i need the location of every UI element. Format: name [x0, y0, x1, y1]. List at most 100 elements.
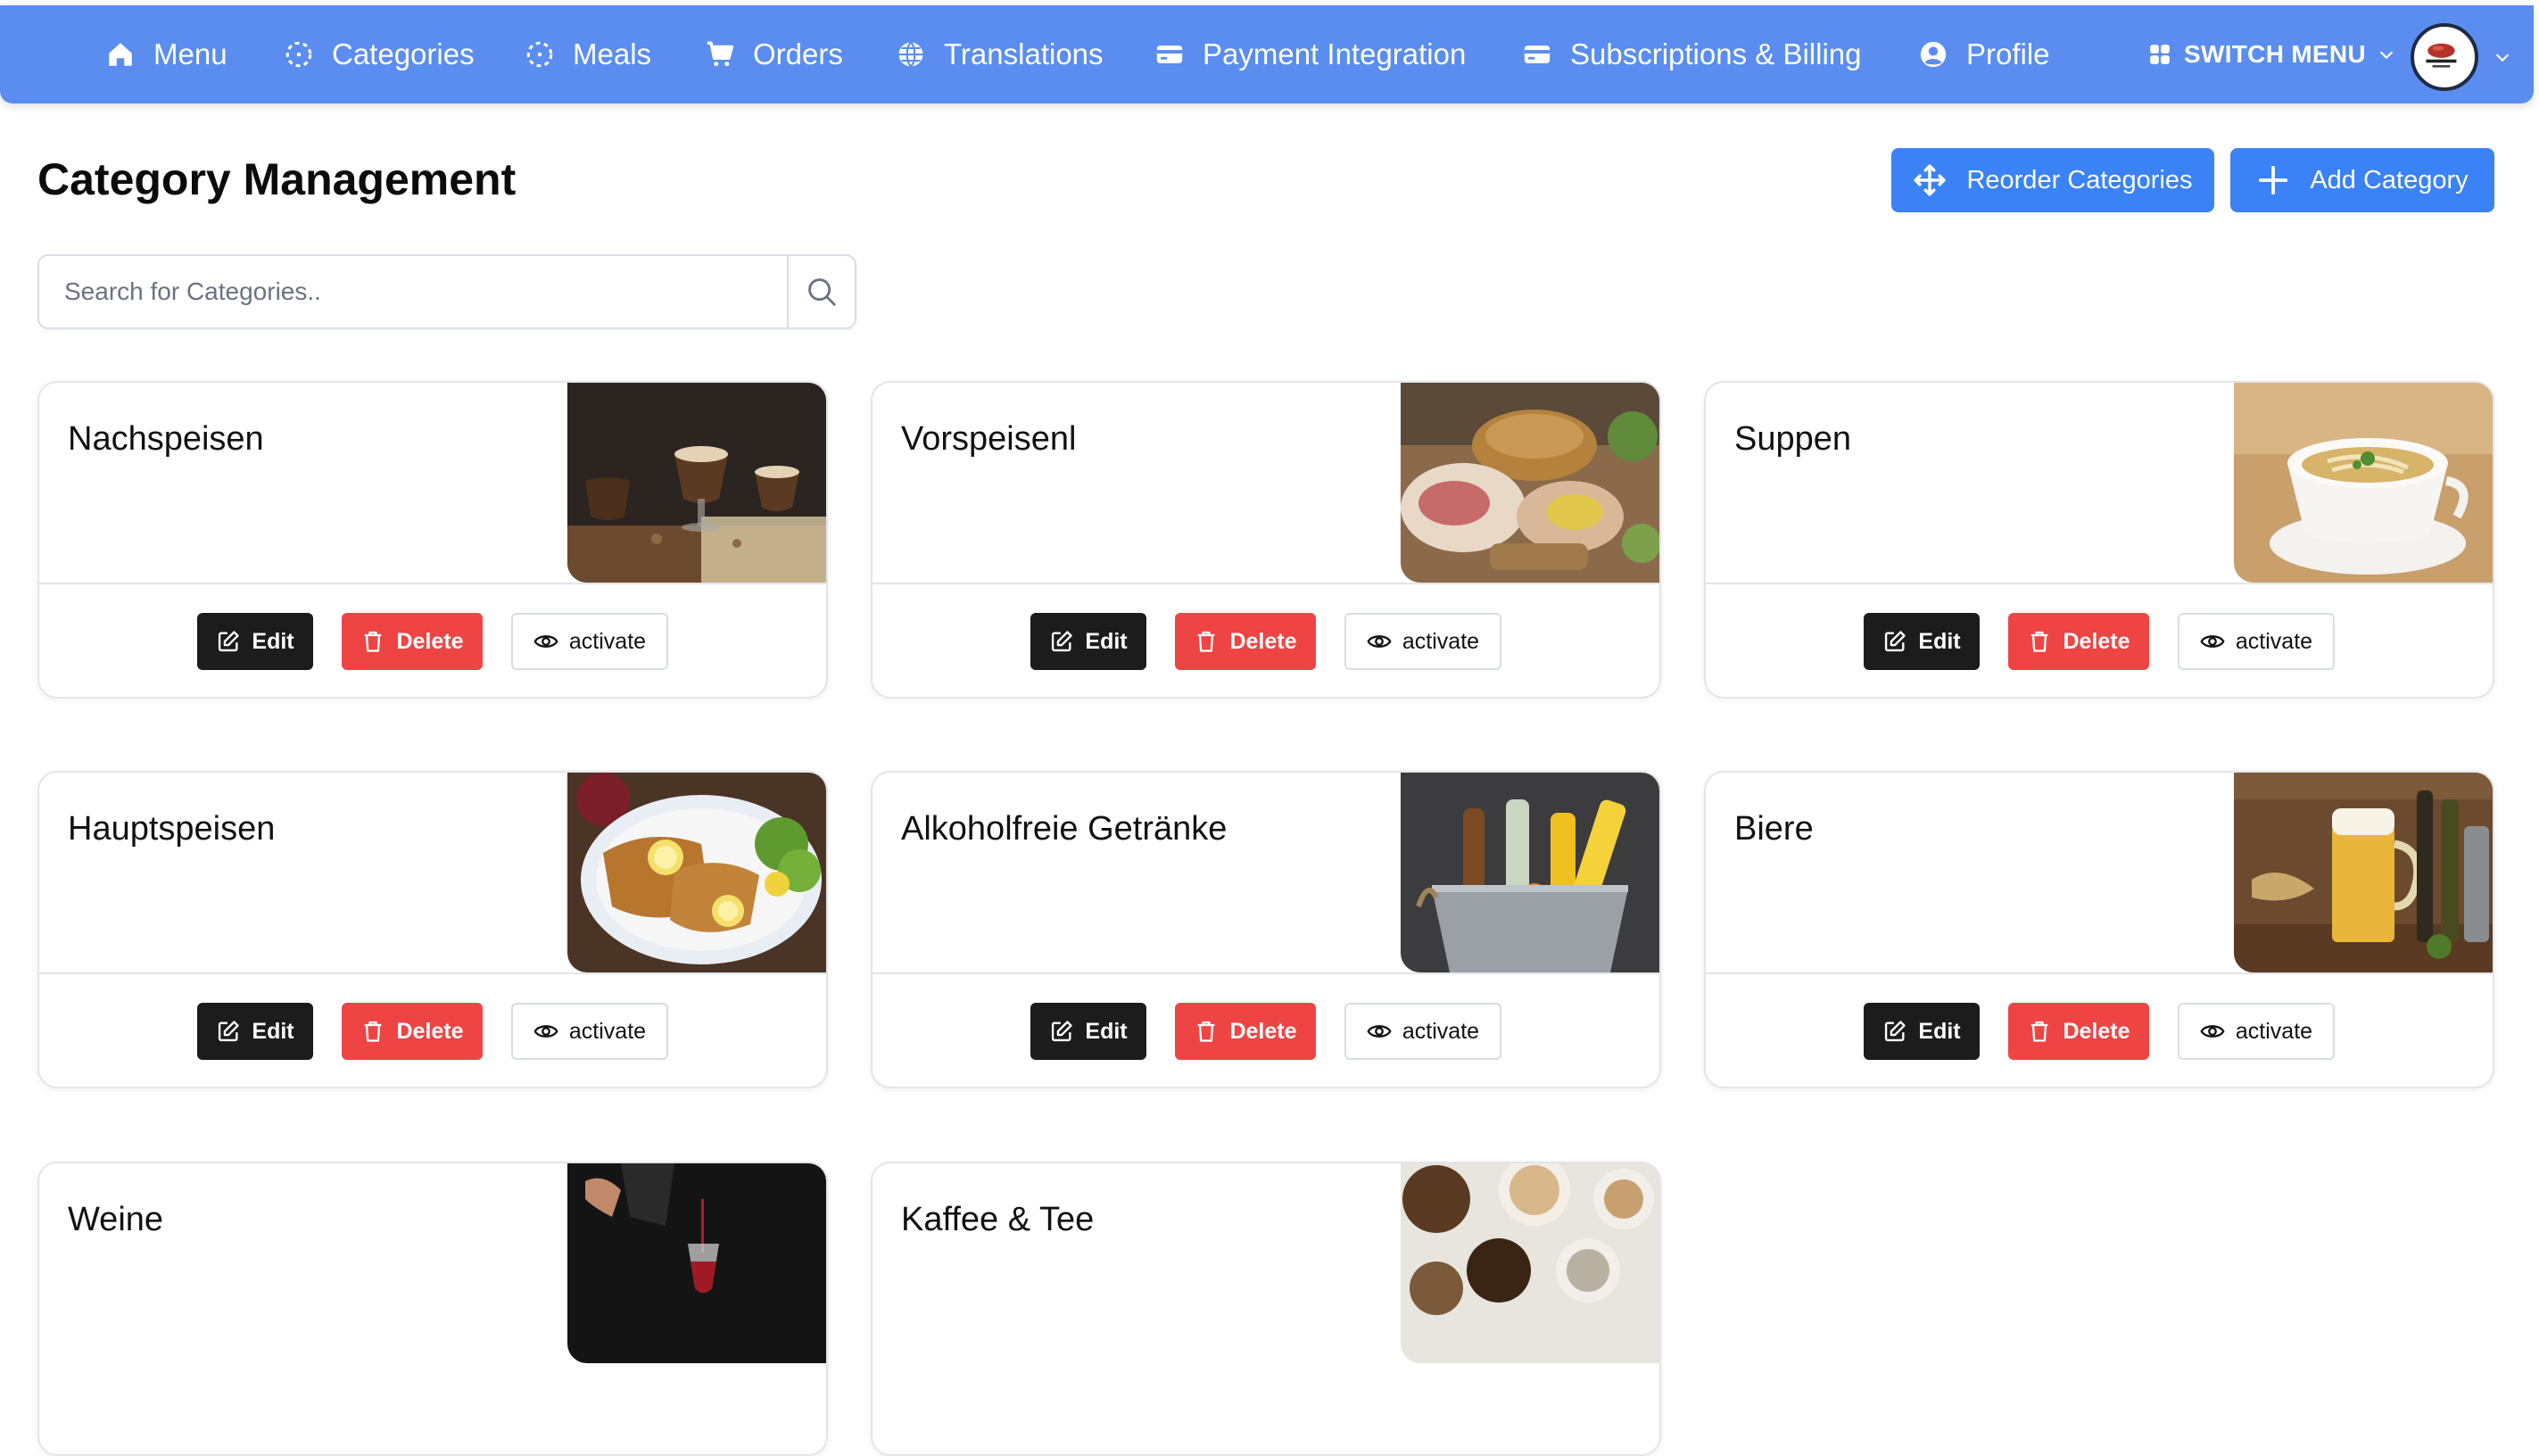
coffee-cups-photo	[1401, 1163, 1659, 1363]
category-name: Kaffee & Tee	[901, 1201, 1095, 1238]
grid-icon	[2150, 45, 2170, 64]
schnitzel-plate-photo	[567, 773, 826, 972]
edit-icon	[1052, 1021, 1073, 1042]
edit-label: Edit	[252, 628, 294, 654]
delete-button[interactable]: Delete	[1175, 1003, 1316, 1060]
trash-icon	[365, 631, 382, 652]
nav-item-label: Profile	[1966, 37, 2050, 70]
card-actions: Edit Delete activate	[1706, 613, 2493, 670]
nav-item-label: Subscriptions & Billing	[1570, 37, 1862, 70]
category-name: Nachspeisen	[68, 420, 264, 458]
eye-icon	[2200, 1025, 2225, 1038]
appetizer-platter-photo	[1401, 383, 1659, 583]
delete-button[interactable]: Delete	[1175, 613, 1316, 670]
wine-pouring-photo	[567, 1163, 826, 1363]
switch-menu-label: SWITCH MENU	[2184, 40, 2366, 68]
category-name: Weine	[68, 1201, 164, 1238]
edit-icon	[219, 631, 240, 652]
nav-item-payment-integration[interactable]: Payment Integration	[1154, 5, 1466, 103]
edit-button[interactable]: Edit	[197, 613, 313, 670]
category-name: Biere	[1734, 810, 1814, 848]
activate-button[interactable]: activate	[2178, 613, 2335, 670]
edit-label: Edit	[1918, 628, 1961, 654]
activate-label: activate	[2235, 628, 2313, 654]
reorder-categories-button[interactable]: Reorder Categories	[1891, 148, 2214, 212]
category-card: Biere Edit Delete activate	[1704, 771, 2494, 1088]
activate-button[interactable]: activate	[1344, 613, 1501, 670]
chevron-down-icon	[2379, 51, 2394, 60]
card-actions: Edit Delete activate	[1706, 1003, 2493, 1060]
activate-label: activate	[1402, 1018, 1480, 1044]
category-name: Hauptspeisen	[68, 810, 276, 848]
edit-icon	[1052, 631, 1073, 652]
nav-item-translations[interactable]: Translations	[896, 5, 1104, 103]
restaurant-logo	[2414, 27, 2468, 80]
delete-button[interactable]: Delete	[2008, 613, 2149, 670]
search-input[interactable]	[39, 256, 787, 327]
trash-icon	[2031, 631, 2048, 652]
card-actions: Edit Delete activate	[873, 613, 1659, 670]
plus-icon	[2259, 165, 2288, 195]
edit-icon	[1885, 631, 1906, 652]
card-actions: Edit Delete activate	[39, 613, 826, 670]
reorder-categories-label: Reorder Categories	[1966, 165, 2193, 194]
nav-item-subscriptions-billing[interactable]: Subscriptions & Billing	[1522, 5, 1862, 103]
eye-icon	[2200, 635, 2225, 648]
nav-item-label: Meals	[573, 37, 652, 70]
activate-label: activate	[568, 628, 647, 654]
activate-button[interactable]: activate	[511, 613, 668, 670]
activate-button[interactable]: activate	[1344, 1003, 1501, 1060]
search-bar	[37, 254, 856, 329]
cart-icon	[707, 41, 734, 67]
category-card: Nachspeisen Edit Delete activate	[37, 381, 828, 699]
eye-icon	[1367, 1025, 1392, 1038]
activate-label: activate	[568, 1018, 647, 1044]
credit-card-icon	[1156, 46, 1183, 63]
edit-icon	[1885, 1021, 1906, 1042]
nav-item-label: Menu	[153, 37, 227, 70]
category-card: Suppen Edit Delete activate	[1704, 381, 2494, 699]
edit-button[interactable]: Edit	[1864, 1003, 1980, 1060]
nav-item-orders[interactable]: Orders	[705, 5, 843, 103]
card-actions: Edit Delete activate	[873, 1003, 1659, 1060]
credit-card-icon	[1524, 46, 1551, 63]
profile-avatar-dropdown[interactable]	[2411, 21, 2512, 93]
category-name: Alkoholfreie Getränke	[901, 810, 1228, 848]
search-icon	[808, 278, 836, 306]
user-circle-icon	[1920, 41, 1947, 68]
add-category-label: Add Category	[2310, 165, 2469, 194]
move-arrows-icon	[1914, 164, 1947, 196]
soup-bowl-photo	[2234, 383, 2493, 583]
card-actions: Edit Delete activate	[39, 1003, 826, 1060]
nav-item-categories[interactable]: Categories	[284, 5, 475, 103]
category-name: Vorspeisenl	[901, 420, 1077, 458]
edit-label: Edit	[1085, 628, 1128, 654]
category-card: Kaffee & Tee	[871, 1162, 1661, 1456]
delete-button[interactable]: Delete	[342, 613, 483, 670]
edit-button[interactable]: Edit	[197, 1003, 313, 1060]
switch-menu-dropdown[interactable]: SWITCH MENU	[2148, 5, 2396, 103]
edit-icon	[219, 1021, 240, 1042]
edit-button[interactable]: Edit	[1030, 613, 1146, 670]
edit-button[interactable]: Edit	[1030, 1003, 1146, 1060]
category-card: Weine	[37, 1162, 828, 1456]
activate-label: activate	[2235, 1018, 2313, 1044]
delete-label: Delete	[1229, 1018, 1297, 1044]
edit-label: Edit	[252, 1018, 294, 1044]
trash-icon	[1198, 631, 1215, 652]
delete-button[interactable]: Delete	[342, 1003, 483, 1060]
nav-item-menu[interactable]: Menu	[105, 5, 227, 103]
activate-button[interactable]: activate	[511, 1003, 668, 1060]
edit-button[interactable]: Edit	[1864, 613, 1980, 670]
delete-button[interactable]: Delete	[2008, 1003, 2149, 1060]
nav-item-profile[interactable]: Profile	[1918, 5, 2050, 103]
add-category-button[interactable]: Add Category	[2230, 148, 2494, 212]
beer-mug-photo	[2234, 773, 2493, 972]
delete-label: Delete	[396, 1018, 464, 1044]
search-button[interactable]	[787, 256, 855, 327]
top-navbar: Menu Categories Meals Orders Translation…	[0, 5, 2534, 103]
trash-icon	[1198, 1021, 1215, 1042]
nav-item-meals[interactable]: Meals	[525, 5, 651, 103]
chocolate-dessert-photo	[567, 383, 826, 583]
activate-button[interactable]: activate	[2178, 1003, 2335, 1060]
